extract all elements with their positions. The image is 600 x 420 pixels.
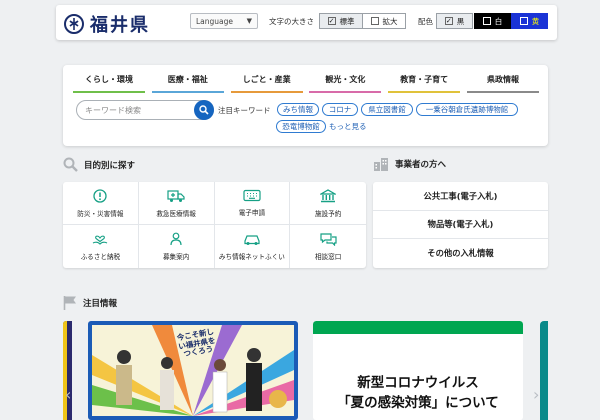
prefecture-emblem-icon: [64, 14, 84, 34]
tab-work[interactable]: しごと・産業: [230, 74, 303, 93]
covid-banner-header: [313, 321, 523, 334]
color-yellow-label: 黄: [531, 16, 540, 26]
carousel-slide-next[interactable]: [540, 321, 548, 420]
car-icon: [244, 234, 260, 245]
more-keywords-link[interactable]: もっと見る: [329, 121, 367, 132]
business-section-title: 事業者の方へ: [373, 157, 446, 171]
purpose-item-label: 施設予約: [314, 209, 342, 218]
category-tabs: くらし・環境 医療・福祉 しごと・産業 観光・文化 教育・子育て 県政情報: [73, 74, 539, 93]
purpose-item-label: ふるさと納税: [80, 253, 121, 261]
purpose-item-label: 救急医療情報: [156, 209, 196, 218]
keyword-chip[interactable]: みち情報: [277, 103, 319, 116]
purpose-item-label: みち情報ネットふくい: [218, 252, 285, 261]
covid-banner-title: 新型コロナウイルス: [357, 375, 479, 391]
color-scheme-label: 配色: [418, 17, 433, 26]
business-item-public-works[interactable]: 公共工事(電子入札): [373, 182, 548, 211]
building-icon: [374, 158, 388, 171]
main-navigation: くらし・環境 医療・福祉 しごと・産業 観光・文化 教育・子育て 県政情報 注目…: [63, 65, 548, 146]
business-item-other-bids[interactable]: その他の入札情報: [373, 239, 548, 268]
carousel-slide-previous[interactable]: [63, 321, 72, 420]
search-button[interactable]: [194, 100, 214, 120]
font-size-label: 文字の大きさ: [269, 17, 314, 26]
keyword-chip[interactable]: 県立図書館: [361, 103, 413, 116]
carousel-prev-arrow-icon[interactable]: ‹: [65, 385, 71, 404]
carousel-next-arrow-icon[interactable]: ›: [533, 385, 539, 404]
keyword-chip[interactable]: 一乗谷朝倉氏遺跡博物館: [416, 103, 518, 116]
search-icon: [63, 157, 78, 172]
purpose-item-label: 防災・災害情報: [77, 209, 124, 218]
business-item-goods[interactable]: 物品等(電子入札): [373, 211, 548, 240]
tab-living[interactable]: くらし・環境: [73, 74, 145, 93]
purpose-item-label: 電子申請: [238, 209, 266, 217]
purpose-item-facility-booking[interactable]: 施設予約: [290, 182, 366, 225]
heart-hand-icon: [93, 235, 108, 245]
tab-medical[interactable]: 医療・福祉: [151, 74, 224, 93]
purpose-item-label: 募集案内: [162, 253, 190, 261]
featured-section-title: 注目情報: [63, 295, 117, 310]
checkbox-icon: [519, 17, 528, 25]
font-standard-button[interactable]: ✓ 標準: [319, 13, 363, 29]
checkbox-checked-icon: ✓: [444, 16, 453, 25]
site-logo[interactable]: 福井県: [64, 11, 150, 37]
color-black-text-button[interactable]: ✓ 黒: [436, 13, 473, 29]
color-white-on-black-button[interactable]: 白: [474, 13, 511, 29]
alert-icon: [93, 188, 108, 203]
campaign-banner-image: 今こそ新しい福井県をつくろう: [92, 325, 294, 416]
purpose-item-label: 相談窓口: [314, 253, 342, 261]
purpose-item-e-application[interactable]: 電子申請: [214, 182, 291, 225]
purpose-item-consultation[interactable]: 相談窓口: [290, 225, 366, 268]
checkbox-checked-icon: ✓: [327, 16, 336, 25]
facility-icon: [320, 188, 337, 202]
tab-government[interactable]: 県政情報: [466, 74, 539, 93]
chevron-down-icon: ▼: [246, 17, 252, 25]
purpose-title-text: 目的別に探す: [84, 160, 136, 171]
featured-title-text: 注目情報: [83, 298, 118, 309]
language-label: Language: [196, 16, 234, 26]
font-large-button[interactable]: 拡大: [362, 13, 406, 29]
tab-education[interactable]: 教育・子育て: [388, 74, 461, 93]
tab-tourism[interactable]: 観光・文化: [309, 74, 382, 93]
purpose-item-recruitment[interactable]: 募集案内: [139, 225, 215, 268]
purpose-item-emergency[interactable]: 救急医療情報: [138, 182, 215, 225]
keyword-label: 注目キーワード: [218, 106, 271, 115]
flag-icon: [63, 296, 76, 310]
purpose-section-title: 目的別に探す: [63, 157, 135, 172]
font-standard-label: 標準: [339, 16, 355, 26]
checkbox-icon: [482, 17, 491, 25]
purpose-item-furusato-tax[interactable]: ふるさと納税: [63, 225, 139, 268]
search-icon: [199, 105, 209, 115]
person-icon: [170, 232, 182, 246]
logo-text: 福井県: [90, 15, 150, 36]
keyword-chip[interactable]: 恐竜博物館: [276, 120, 326, 133]
language-select[interactable]: Language ▼: [190, 13, 258, 29]
color-black-label: 黒: [456, 16, 465, 26]
color-yellow-on-blue-button[interactable]: 黄: [511, 13, 548, 29]
font-large-label: 拡大: [382, 16, 398, 26]
site-header: 福井県 Language ▼ 文字の大きさ ✓ 標準 拡大 配色 ✓ 黒 白 黄: [56, 5, 557, 40]
chat-icon: [320, 233, 337, 246]
keyword-chip[interactable]: コロナ: [322, 103, 358, 116]
ambulance-icon: [167, 189, 185, 202]
search-input[interactable]: [85, 105, 189, 115]
business-title-text: 事業者の方へ: [395, 160, 447, 170]
checkbox-icon: [370, 17, 379, 25]
purpose-item-disaster[interactable]: 防災・災害情報: [63, 182, 139, 225]
keyword-search: [76, 100, 214, 120]
carousel-slide-fukui-campaign[interactable]: 今こそ新しい福井県をつくろう: [88, 321, 298, 420]
carousel-slide-covid-summer[interactable]: 新型コロナウイルス 「夏の感染対策」について: [313, 321, 523, 420]
purpose-item-road-info[interactable]: みち情報ネットふくい: [215, 225, 291, 268]
covid-banner-subtitle: 「夏の感染対策」について: [337, 395, 499, 411]
keyboard-icon: [243, 189, 261, 202]
color-white-label: 白: [494, 16, 503, 26]
purpose-grid: 防災・災害情報 救急医療情報 電子申請 施設予約 ふるさと納税 募集案内 みち情…: [63, 182, 366, 268]
business-list: 公共工事(電子入札) 物品等(電子入札) その他の入札情報: [373, 182, 548, 268]
slide-stripe: [63, 321, 67, 420]
